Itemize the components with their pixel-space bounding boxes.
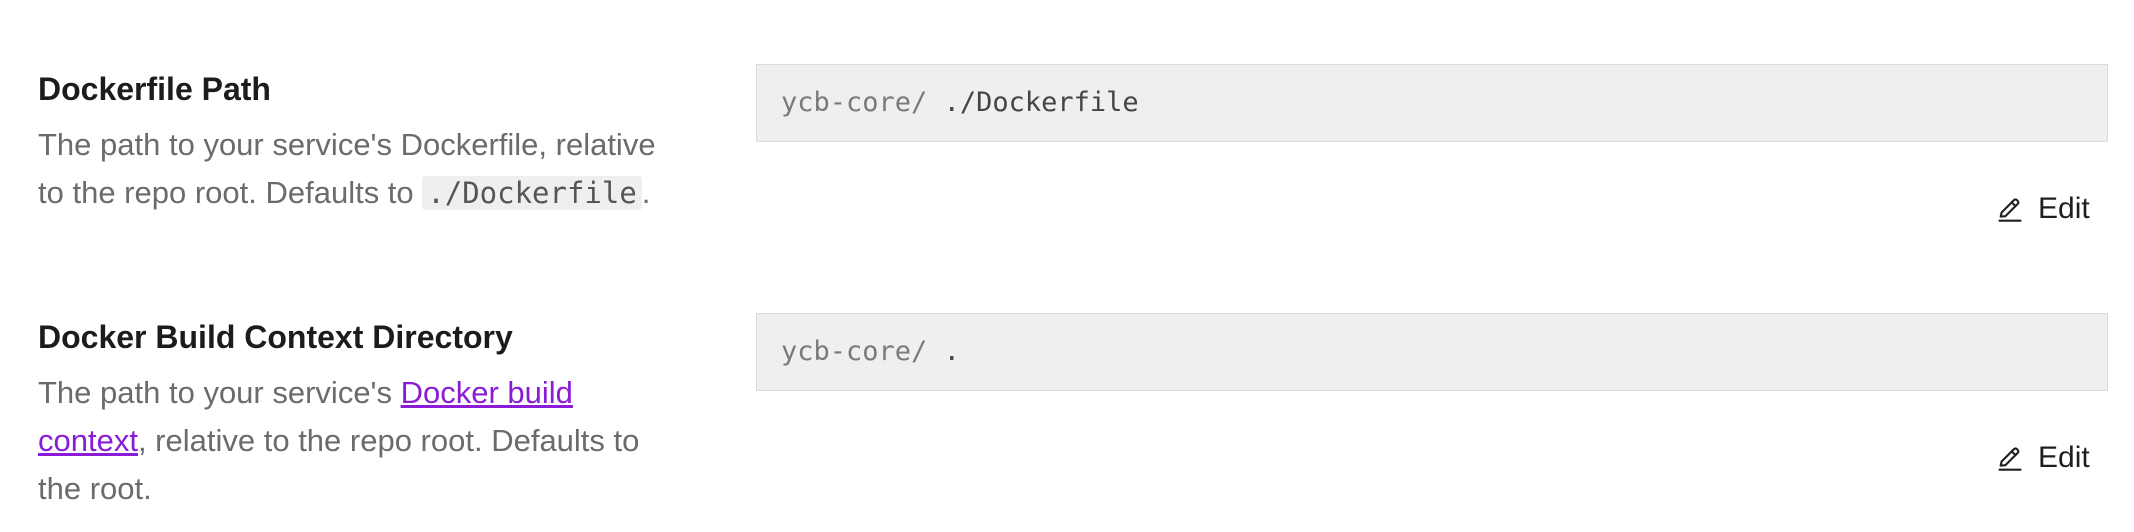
edit-label: Edit (2038, 192, 2090, 225)
pencil-icon (1998, 198, 2022, 222)
description-text-end: . (641, 175, 651, 210)
dockerfile-path-section: Dockerfile Path The path to your service… (0, 0, 2134, 250)
inline-code: ./Dockerfile (422, 176, 642, 210)
dockerfile-path-field[interactable]: ycb-core/ ./Dockerfile (756, 64, 2108, 142)
edit-build-context-button[interactable]: Edit (1996, 436, 2090, 480)
field-value: . (943, 336, 960, 367)
section-title: Dockerfile Path (38, 71, 271, 107)
edit-label: Edit (2038, 441, 2090, 474)
field-prefix: ycb-core/ (781, 87, 928, 118)
field-value: ./Dockerfile (943, 87, 1139, 118)
field-prefix: ycb-core/ (781, 336, 928, 367)
section-title: Docker Build Context Directory (38, 319, 513, 355)
edit-dockerfile-path-button[interactable]: Edit (1996, 187, 2090, 231)
build-context-field[interactable]: ycb-core/ . (756, 313, 2108, 391)
docker-build-context-section: Docker Build Context Directory The path … (0, 250, 2134, 532)
pencil-icon (1998, 447, 2022, 471)
section-description: The path to your service's Dockerfile, r… (38, 121, 678, 217)
description-text: The path to your service's (38, 375, 401, 410)
section-description: The path to your service's Docker build … (38, 369, 678, 513)
